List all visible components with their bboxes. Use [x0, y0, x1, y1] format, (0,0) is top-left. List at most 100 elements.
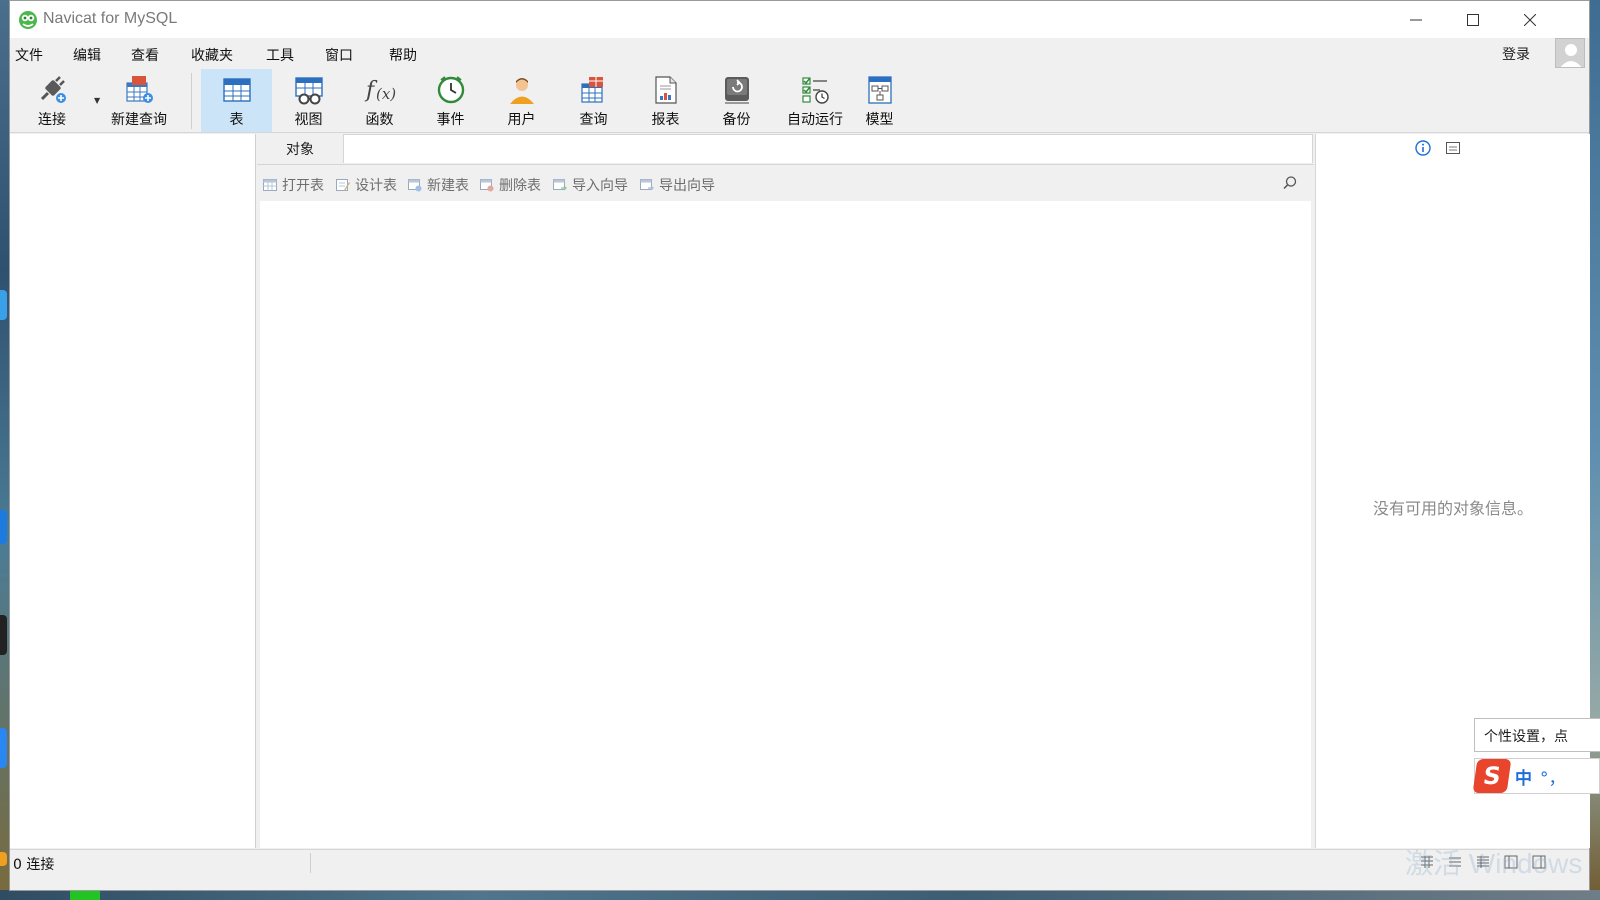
taskbar-fragment [0, 890, 1600, 900]
sogou-logo-icon[interactable]: S [1472, 759, 1512, 793]
tab-objects[interactable]: 对象 [257, 134, 343, 164]
grid-view-icon[interactable] [1420, 855, 1434, 869]
toolbar-connect-button[interactable]: 连接 [15, 69, 89, 132]
open-table-button[interactable]: 打开表 [263, 175, 324, 195]
toolbar-table-button[interactable]: 表 [201, 69, 272, 132]
navicat-logo-icon [19, 11, 37, 29]
toggle-right-pane-icon[interactable] [1532, 855, 1546, 869]
desktop-icon-fragment [0, 290, 7, 320]
toolbar-query-label: 查询 [579, 112, 608, 128]
desktop-icon-fragment [0, 615, 7, 655]
clock-event-icon [415, 69, 486, 105]
import-wizard-icon [553, 179, 567, 191]
design-table-button[interactable]: 设计表 [336, 175, 397, 195]
toolbar-user-button[interactable]: 用户 [486, 69, 557, 132]
user-avatar[interactable] [1555, 38, 1585, 68]
tab-objects-label: 对象 [286, 142, 314, 158]
toolbar-backup-label: 备份 [722, 112, 751, 128]
toolbar-new-query-button[interactable]: 新建查询 [94, 69, 184, 132]
model-icon [844, 69, 915, 105]
app-window: Navicat for MySQL 文件 编辑 查看 收藏夹 工具 窗口 帮助 … [9, 0, 1590, 891]
menu-bar: 文件 编辑 查看 收藏夹 工具 窗口 帮助 登录 [10, 38, 1589, 69]
taskbar-app-icon[interactable] [70, 891, 100, 900]
toggle-left-pane-icon[interactable] [1504, 855, 1518, 869]
svg-text:(x): (x) [376, 85, 396, 103]
menu-window[interactable]: 窗口 [325, 45, 353, 65]
toolbar-query-button[interactable]: 查询 [558, 69, 629, 132]
toolbar-user-label: 用户 [507, 112, 536, 128]
toolbar-report-label: 报表 [651, 112, 680, 128]
export-wizard-icon [640, 179, 654, 191]
desktop-icon-fragment [0, 728, 7, 768]
ime-status-bar[interactable]: S 中 °， [1472, 758, 1600, 794]
function-icon: f (x) [344, 69, 415, 105]
backup-icon [701, 69, 772, 105]
list-view-icon[interactable] [1448, 855, 1462, 869]
toolbar-backup-button[interactable]: 备份 [701, 69, 772, 132]
toolbar-table-label: 表 [229, 112, 244, 128]
ddl-icon[interactable] [1446, 141, 1460, 155]
ime-tooltip-text: 个性设置，点 [1484, 729, 1568, 745]
toolbar-view-label: 视图 [294, 112, 323, 128]
open-table-label: 打开表 [282, 178, 324, 194]
delete-table-button[interactable]: 删除表 [480, 175, 541, 195]
toolbar-model-button[interactable]: 模型 [844, 69, 915, 132]
toolbar-connect-label: 连接 [38, 112, 66, 128]
window-title: Navicat for MySQL [43, 10, 178, 27]
desktop-icon-fragment [0, 510, 7, 544]
design-table-icon [336, 179, 350, 191]
toolbar-report-button[interactable]: 报表 [630, 69, 701, 132]
menu-tools[interactable]: 工具 [266, 45, 294, 65]
view-mode-buttons [1420, 855, 1546, 869]
ime-mode-toggle[interactable]: 中 [1515, 764, 1532, 789]
menu-help[interactable]: 帮助 [389, 45, 417, 65]
info-icon[interactable] [1415, 140, 1431, 156]
delete-table-icon [480, 179, 494, 192]
table-icon [201, 69, 272, 105]
minimize-button[interactable] [1387, 1, 1444, 38]
toolbar-function-label: 函数 [365, 112, 394, 128]
search-icon[interactable] [1282, 175, 1298, 191]
ime-punctuation-toggle[interactable]: °， [1540, 764, 1566, 789]
avatar-icon [1560, 44, 1582, 67]
connection-tree-pane[interactable] [10, 134, 256, 848]
maximize-button[interactable] [1444, 1, 1501, 38]
export-wizard-button[interactable]: 导出向导 [640, 175, 715, 195]
import-wizard-label: 导入向导 [572, 178, 628, 194]
menu-view[interactable]: 查看 [131, 45, 159, 65]
menu-favorites[interactable]: 收藏夹 [191, 45, 233, 65]
plug-connect-icon [15, 69, 89, 105]
main-toolbar: 连接 ▼ 新建查询 表 视图 f (x) 函数 事件 用户 查询 报表 备份 自… [10, 69, 1589, 133]
menu-edit[interactable]: 编辑 [73, 45, 101, 65]
toolbar-separator [191, 73, 192, 129]
no-object-info-message: 没有可用的对象信息。 [1372, 499, 1533, 518]
design-table-label: 设计表 [355, 178, 397, 194]
toolbar-view-button[interactable]: 视图 [273, 69, 344, 132]
desktop-icon-fragment [0, 852, 7, 866]
object-tab-bar: 对象 [257, 134, 1314, 164]
new-table-icon [408, 179, 422, 192]
new-table-label: 新建表 [427, 178, 469, 194]
report-icon [630, 69, 701, 105]
toolbar-event-button[interactable]: 事件 [415, 69, 486, 132]
object-list[interactable] [260, 201, 1311, 848]
import-wizard-button[interactable]: 导入向导 [553, 175, 628, 195]
view-icon [273, 69, 344, 105]
detail-view-icon[interactable] [1476, 855, 1490, 869]
close-button[interactable] [1501, 1, 1558, 38]
status-bar: 0 连接 [10, 849, 1589, 875]
toolbar-new-query-label: 新建查询 [111, 112, 167, 128]
maximize-icon [1466, 13, 1479, 26]
toolbar-auto-run-label: 自动运行 [787, 112, 843, 128]
menu-file[interactable]: 文件 [15, 45, 43, 65]
minimize-icon [1409, 19, 1422, 20]
toolbar-function-button[interactable]: f (x) 函数 [344, 69, 415, 132]
title-bar[interactable]: Navicat for MySQL [10, 1, 1589, 38]
export-wizard-label: 导出向导 [659, 178, 715, 194]
user-icon [486, 69, 557, 105]
login-link[interactable]: 登录 [1502, 44, 1530, 64]
close-icon [1523, 13, 1536, 26]
connection-count: 0 连接 [13, 857, 55, 873]
query-icon [558, 69, 629, 105]
new-table-button[interactable]: 新建表 [408, 175, 469, 195]
